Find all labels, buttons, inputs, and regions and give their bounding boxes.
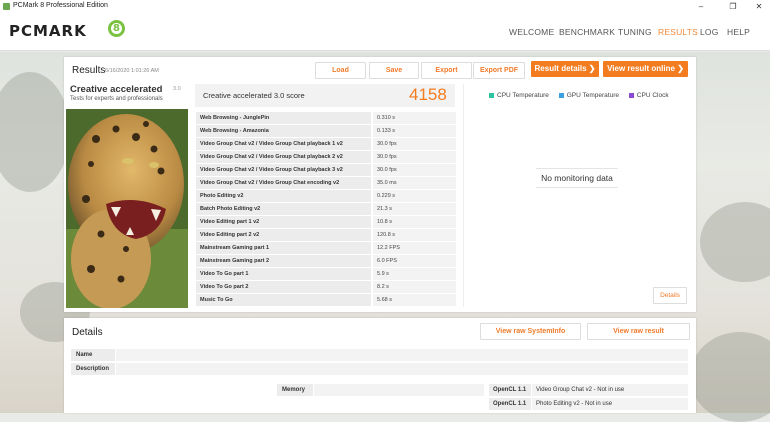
test-name: Creative accelerated (70, 84, 163, 95)
view-raw-systeminfo-button[interactable]: View raw SystemInfo (480, 323, 581, 340)
legend-cpu-temp: CPU Temperature (489, 92, 549, 99)
pcmark-logo: PCMARK (9, 22, 87, 40)
export-pdf-button[interactable]: Export PDF (473, 62, 525, 79)
close-button[interactable]: ✕ (748, 0, 770, 13)
table-row: Video Editing part 2 v2 120.8 s (196, 229, 456, 241)
table-row: Video To Go part 2 8.2 s (196, 281, 456, 293)
table-row: Web Browsing - Amazonia 0.133 s (196, 125, 456, 137)
opencl-status: Photo Editing v2 - Not in use (532, 398, 688, 410)
table-row: Video Editing part 1 v2 10.8 s (196, 216, 456, 228)
table-row: Video Group Chat v2 / Video Group Chat p… (196, 138, 456, 150)
table-row: Mainstream Gaming part 1 12.2 FPS (196, 242, 456, 254)
nav-help[interactable]: HELP (727, 27, 750, 37)
leopard-image (66, 109, 188, 308)
export-button[interactable]: Export (421, 62, 472, 79)
window-title: PCMark 8 Professional Edition (13, 2, 108, 9)
legend-square-icon (628, 92, 634, 98)
details-title: Details (72, 327, 103, 338)
legend-square-icon (489, 92, 494, 98)
description-label: Description (71, 363, 115, 375)
opencl-version: OpenCL 1.1 (489, 398, 531, 410)
pcmark-8-logo-icon: 8 (108, 20, 125, 37)
opencl-version: OpenCL 1.1 (489, 384, 531, 396)
view-raw-result-button[interactable]: View raw result (587, 323, 690, 340)
results-title: Results (72, 65, 106, 76)
app-icon (3, 3, 10, 10)
name-label: Name (71, 349, 115, 361)
test-version: 3.0 (173, 86, 181, 92)
legend-gpu-temp: GPU Temperature (558, 92, 619, 99)
view-result-online-button[interactable]: View result online ❯ (603, 61, 688, 77)
table-row: Video To Go part 1 5.9 s (196, 268, 456, 280)
monitoring-legend: CPU Temperature GPU Temperature CPU Cloc… (489, 92, 669, 99)
test-description: Tests for experts and professionals (70, 96, 163, 102)
score-label: Creative accelerated 3.0 score (203, 91, 305, 100)
results-date: 6/16/2020 1:01:26 AM (105, 68, 159, 74)
table-row: Video Group Chat v2 / Video Group Chat e… (196, 177, 456, 189)
monitoring-panel: CPU Temperature GPU Temperature CPU Cloc… (463, 84, 690, 307)
save-button[interactable]: Save (369, 62, 419, 79)
result-details-button[interactable]: Result details ❯ (531, 61, 599, 77)
memory-label: Memory (277, 384, 313, 396)
legend-square-icon (558, 92, 564, 98)
details-panel: Details View raw SystemInfo View raw res… (64, 318, 696, 413)
nav-log[interactable]: LOG (700, 27, 719, 37)
table-row: Web Browsing - JunglePin 0.310 s (196, 112, 456, 124)
nav-benchmark[interactable]: BENCHMARK (559, 27, 615, 37)
load-button[interactable]: Load (315, 62, 366, 79)
table-row: Batch Photo Editing v2 21.3 s (196, 203, 456, 215)
score-value: 4158 (409, 85, 447, 104)
no-monitoring-text: No monitoring data (541, 173, 613, 183)
table-row: Video Group Chat v2 / Video Group Chat p… (196, 164, 456, 176)
window-title-bar: PCMark 8 Professional Edition – ❐ ✕ (0, 0, 770, 13)
nav-results[interactable]: RESULTS (658, 27, 698, 37)
table-row: Mainstream Gaming part 2 6.0 FPS (196, 255, 456, 267)
table-row: Music To Go 5.68 s (196, 294, 456, 306)
opencl-status: Video Group Chat v2 - Not in use (532, 384, 688, 396)
table-row: Video Group Chat v2 / Video Group Chat p… (196, 151, 456, 163)
score-header: Creative accelerated 3.0 score 4158 (195, 84, 455, 107)
minimize-button[interactable]: – (690, 0, 712, 13)
maximize-button[interactable]: ❐ (722, 0, 744, 13)
nav-tuning[interactable]: TUNING (618, 27, 652, 37)
test-card: Creative accelerated 3.0 Tests for exper… (66, 82, 188, 310)
name-value (116, 349, 688, 361)
legend-cpu-clock: CPU Clock (628, 92, 669, 99)
monitoring-details-button[interactable]: Details (653, 287, 687, 304)
app-header: PCMARK 8 WELCOME BENCHMARK TUNING RESULT… (0, 13, 770, 51)
memory-value (314, 384, 484, 396)
table-row: Photo Editing v2 0.229 s (196, 190, 456, 202)
nav-welcome[interactable]: WELCOME (509, 27, 554, 37)
description-value (116, 363, 688, 375)
